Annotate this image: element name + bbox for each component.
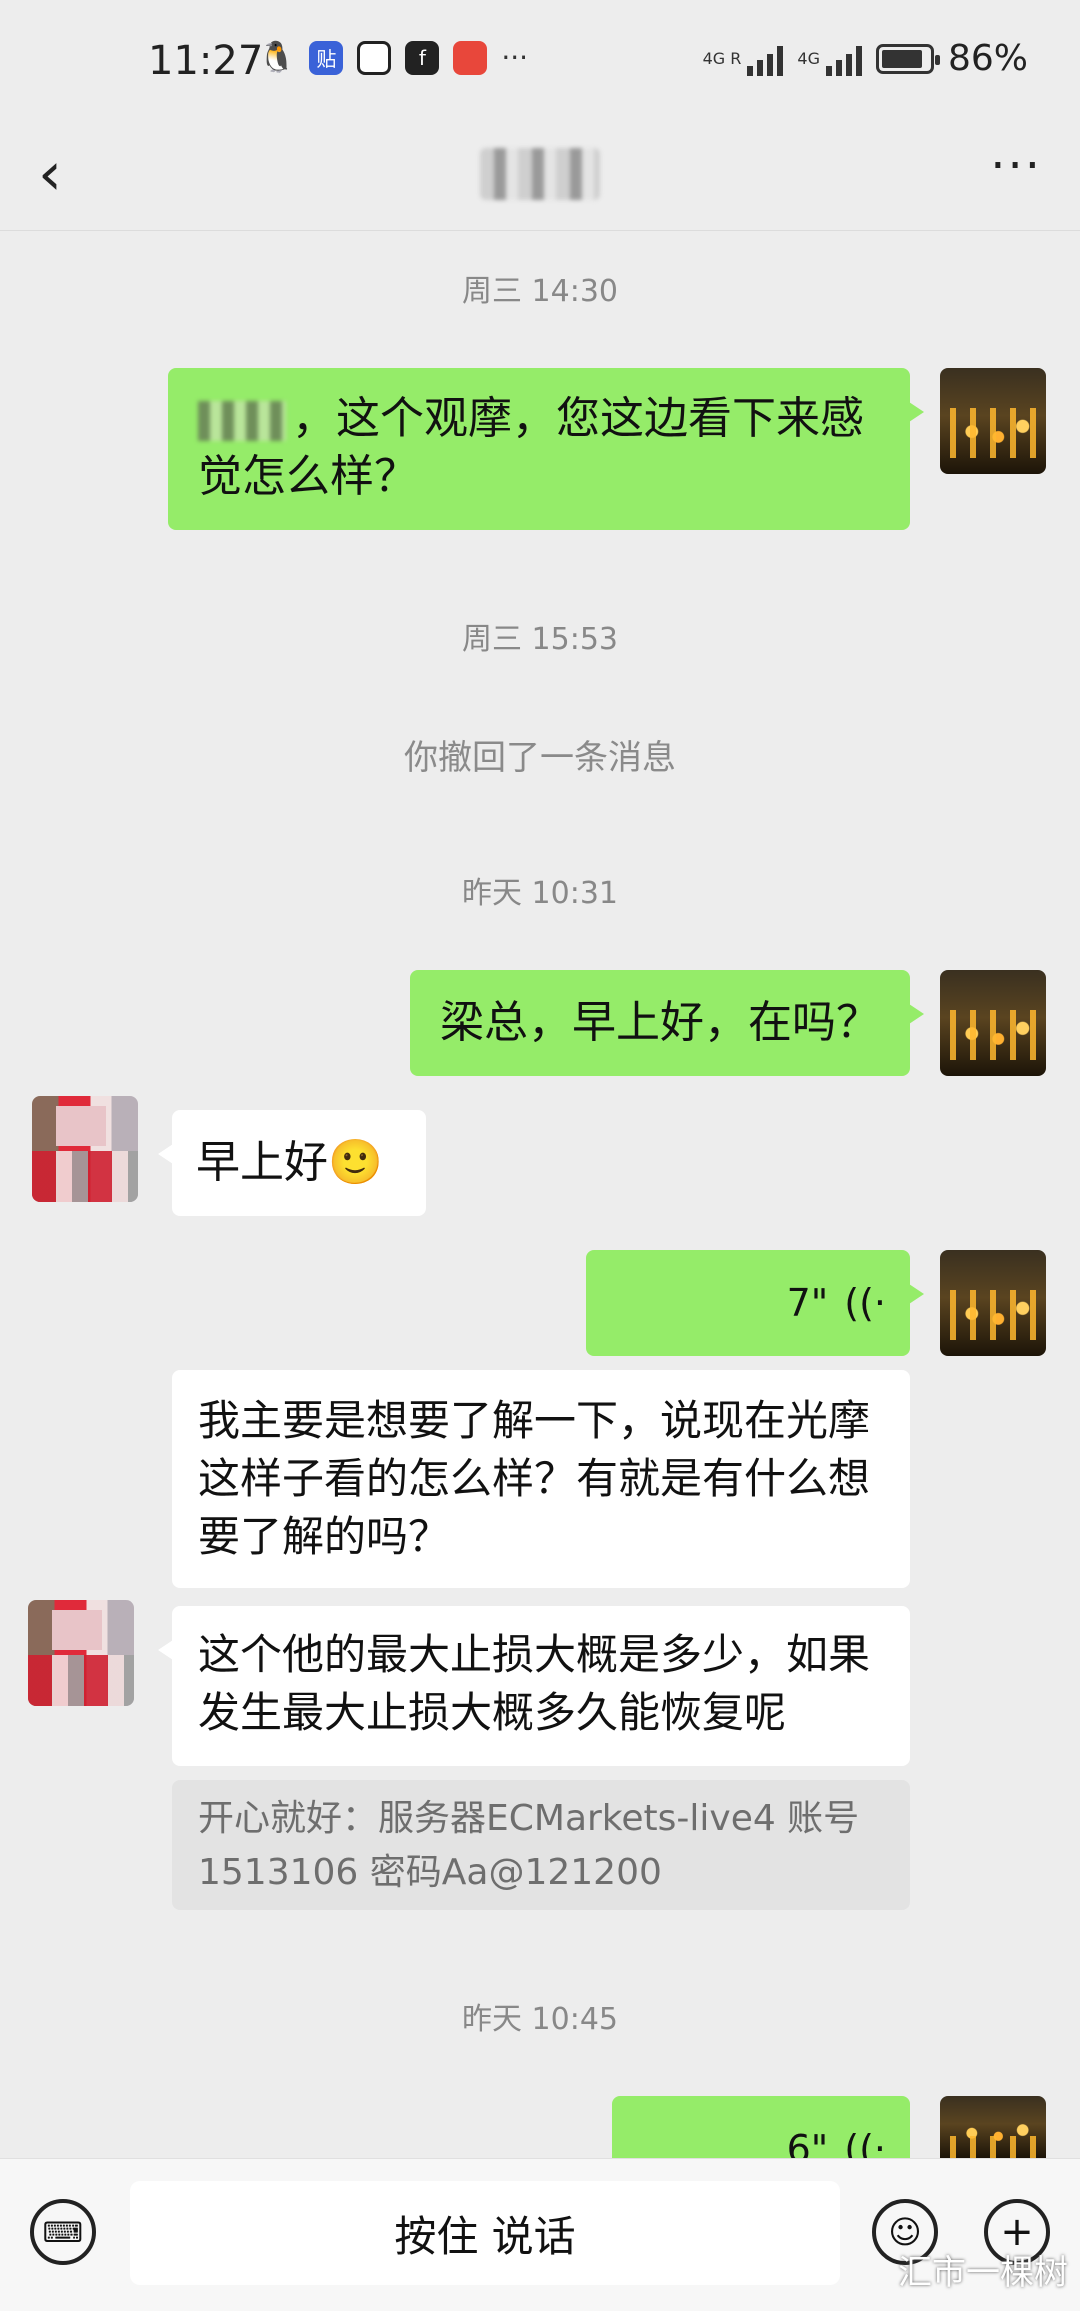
my-avatar[interactable] <box>940 970 1046 1076</box>
sent-message[interactable]: ，这个观摩，您这边看下来感觉怎么样？ <box>168 368 924 530</box>
status-bar: 11:27 🐧 贴 f ··· 4G R 4G 86% <box>0 0 1080 130</box>
chat-title-blurred <box>480 148 600 200</box>
my-avatar[interactable] <box>940 368 1046 474</box>
qq-icon: 🐧 <box>258 40 296 75</box>
hold-to-talk-label: 按住 说话 <box>394 2211 576 2261</box>
quoted-text: 开心就好：服务器ECMarkets-live4 账号1513106 密码Aa@1… <box>198 1798 860 1893</box>
sent-voice-message[interactable]: 6" ((· <box>612 2096 910 2166</box>
battery-fill <box>881 49 922 68</box>
more-options-button[interactable]: ··· <box>990 138 1042 194</box>
hold-to-talk-button[interactable]: 按住 说话 <box>130 2181 840 2285</box>
instagram-icon <box>357 40 392 75</box>
tieba-icon: 贴 <box>309 40 344 75</box>
watermark: 汇市一棵树 <box>898 2253 1068 2293</box>
status-time: 11:27 <box>148 38 264 84</box>
network-type-2: 4G <box>797 49 820 68</box>
contact-avatar[interactable] <box>32 1096 138 1202</box>
back-button[interactable]: ‹ <box>38 144 62 204</box>
received-message[interactable]: 早上好🙂 <box>158 1110 426 1216</box>
notification-icons: 🐧 贴 f ··· <box>258 40 528 75</box>
received-message[interactable]: 我主要是想要了解一下，说现在光摩这样子看的怎么样？有就是有什么想要了解的吗？ <box>172 1370 910 1588</box>
timestamp: 周三 15:53 <box>462 622 618 657</box>
timestamp: 昨天 10:31 <box>462 876 618 911</box>
message-text: 这个他的最大止损大概是多少，如果发生最大止损大概多久能恢复呢 <box>198 1630 871 1737</box>
message-text: 早上好🙂 <box>196 1137 383 1188</box>
timestamp: 周三 14:30 <box>462 274 618 309</box>
received-message[interactable]: 这个他的最大止损大概是多少，如果发生最大止损大概多久能恢复呢 <box>158 1606 910 1766</box>
chat-header: ‹ ··· <box>0 130 1080 230</box>
keyboard-toggle-icon[interactable]: ⌨ <box>30 2199 96 2265</box>
timestamp: 昨天 10:45 <box>462 2002 618 2037</box>
redacted-name <box>198 401 286 441</box>
battery-icon <box>875 43 940 74</box>
header-divider <box>0 230 1080 231</box>
input-bar: ⌨ 按住 说话 ☺ + 汇市一棵树 <box>0 2158 1080 2311</box>
message-app-icon <box>453 40 488 75</box>
recalled-message-notice: 你撤回了一条消息 <box>404 738 676 778</box>
facebook-icon: f <box>405 40 440 75</box>
sent-voice-message[interactable]: 7" ((· <box>586 1250 924 1356</box>
message-text: 我主要是想要了解一下，说现在光摩这样子看的怎么样？有就是有什么想要了解的吗？ <box>198 1396 871 1561</box>
voice-duration: 7" <box>786 1281 829 1325</box>
network-type-1: 4G R <box>702 49 742 68</box>
voice-wave-icon: ((· <box>844 1281 886 1325</box>
more-notifications-icon: ··· <box>501 41 529 74</box>
my-avatar[interactable] <box>940 2096 1046 2158</box>
contact-avatar[interactable] <box>28 1600 134 1706</box>
message-text: 梁总，早上好，在吗？ <box>440 997 880 1048</box>
message-text: ，这个观摩，您这边看下来感觉怎么样？ <box>198 393 864 502</box>
battery-percent: 86% <box>947 38 1028 79</box>
signal-icon-2 <box>825 42 862 76</box>
signal-icon-1 <box>747 42 784 76</box>
sent-message[interactable]: 梁总，早上好，在吗？ <box>410 970 924 1076</box>
my-avatar[interactable] <box>940 1250 1046 1356</box>
quoted-message[interactable]: 开心就好：服务器ECMarkets-live4 账号1513106 密码Aa@1… <box>172 1780 910 1910</box>
status-right: 4G R 4G 86% <box>703 38 1028 79</box>
